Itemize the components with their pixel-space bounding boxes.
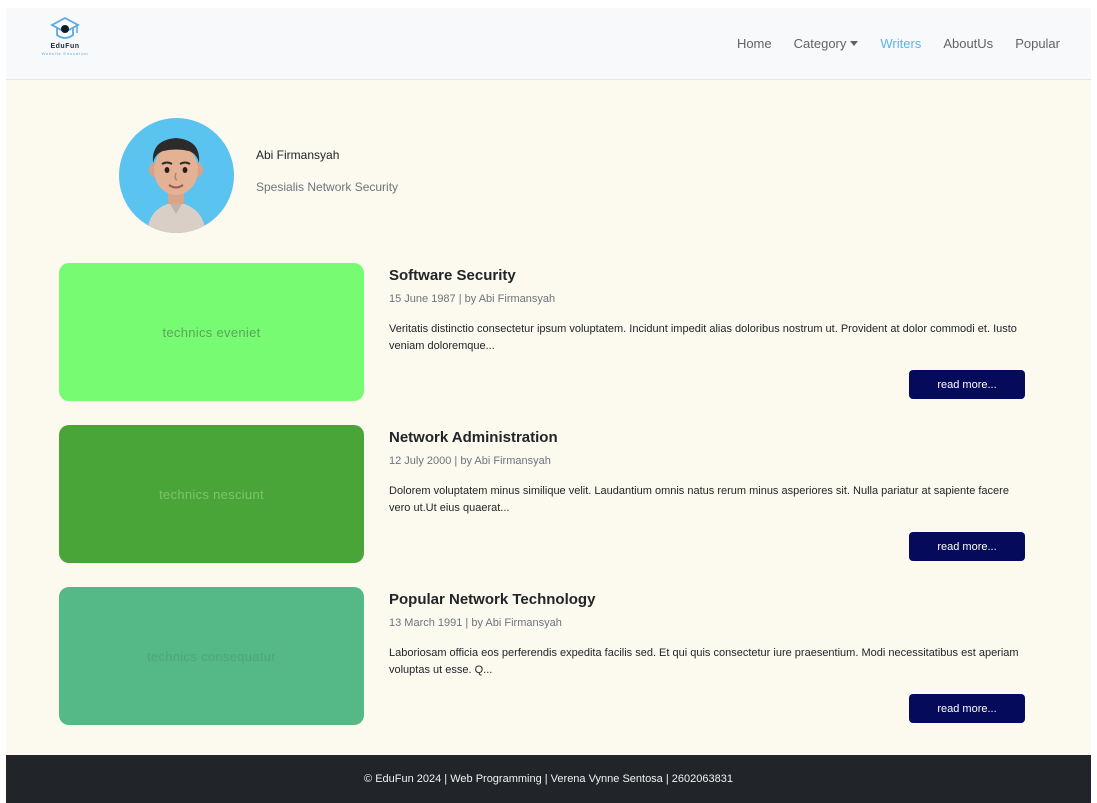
article-thumbnail[interactable]: technics nesciunt: [59, 425, 364, 563]
page: EduFun Website Education Home Category W…: [6, 8, 1091, 803]
article-title[interactable]: Popular Network Technology: [389, 591, 595, 608]
read-more-button[interactable]: read more...: [909, 370, 1025, 399]
article-card: technics consequatur Popular Network Tec…: [59, 587, 1039, 725]
article-thumbnail[interactable]: technics eveniet: [59, 263, 364, 401]
graduation-cap-icon: [50, 16, 80, 39]
article-description: Veritatis distinctio consectetur ipsum v…: [389, 323, 1017, 352]
article-description: Dolorem voluptatem minus similique velit…: [389, 485, 1009, 514]
nav-aboutus[interactable]: AboutUs: [932, 36, 1004, 51]
article-description: Laboriosam officia eos perferendis exped…: [389, 647, 1019, 676]
nav-home[interactable]: Home: [726, 36, 783, 51]
read-more-button[interactable]: read more...: [909, 694, 1025, 723]
avatar-illustration: [147, 138, 206, 233]
nav-popular[interactable]: Popular: [1004, 36, 1071, 51]
footer: © EduFun 2024 | Web Programming | Verena…: [6, 755, 1091, 803]
nav-menu: Home Category Writers AboutUs Popular: [726, 36, 1071, 51]
article-title[interactable]: Software Security: [389, 267, 516, 284]
article-card: technics eveniet Software Security 15 Ju…: [59, 263, 1039, 401]
article-meta: 13 March 1991 | by Abi Firmansyah: [389, 617, 562, 629]
read-more-button[interactable]: read more...: [909, 532, 1025, 561]
writer-role: Spesialis Network Security: [256, 180, 399, 194]
article-card: technics nesciunt Network Administration…: [59, 425, 1039, 563]
brand-logo[interactable]: EduFun Website Education: [30, 16, 100, 74]
nav-category[interactable]: Category: [783, 36, 870, 51]
caret-down-icon: [850, 41, 859, 46]
brand-name: EduFun: [50, 43, 80, 50]
nav-category-label: Category: [793, 36, 847, 51]
article-title[interactable]: Network Administration: [389, 429, 558, 446]
writer-avatar: [119, 118, 234, 233]
writer-profile: Abi Firmansyah Spesialis Network Securit…: [119, 118, 398, 233]
navbar: EduFun Website Education Home Category W…: [6, 8, 1091, 80]
article-meta: 12 July 2000 | by Abi Firmansyah: [389, 455, 551, 467]
writer-name: Abi Firmansyah: [256, 148, 340, 162]
article-meta: 15 June 1987 | by Abi Firmansyah: [389, 293, 556, 305]
article-thumbnail[interactable]: technics consequatur: [59, 587, 364, 725]
brand-tagline: Website Education: [41, 51, 89, 56]
footer-text: © EduFun 2024 | Web Programming | Verena…: [364, 773, 733, 785]
nav-writers[interactable]: Writers: [869, 36, 932, 51]
